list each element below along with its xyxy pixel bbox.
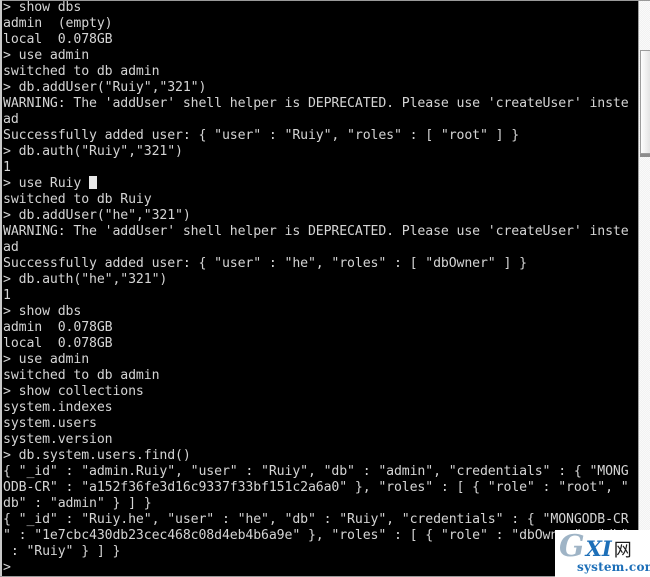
watermark-cjk-glyph: 网 — [613, 540, 632, 561]
scrollbar-thumb-shadow — [640, 154, 650, 157]
console-line-text: > use Ruiy — [3, 176, 90, 191]
console-line-text: WARNING: The 'addUser' shell helper is D… — [3, 96, 629, 111]
console-line-text: local 0.078GB — [3, 336, 113, 351]
console-line: > db.addUser("Ruiy","321") — [2, 80, 638, 96]
console-line: 1 — [2, 288, 638, 304]
console-line-text: Successfully added user: { "user" : "Rui… — [3, 128, 520, 143]
console-output[interactable]: > show dbs admin (empty) local 0.078GB > us… — [2, 0, 638, 577]
console-line: > db.auth("Ruiy","321") — [2, 144, 638, 160]
console-line: admin 0.078GB — [2, 320, 638, 336]
scrollbar-thumb[interactable] — [640, 50, 650, 154]
console-line-text: > db.auth("Ruiy","321") — [3, 144, 183, 159]
vertical-scrollbar[interactable] — [638, 0, 650, 577]
console-line-text: switched to db admin — [3, 64, 160, 79]
console-line: WARNING: The 'addUser' shell helper is D… — [2, 224, 638, 240]
console-line-text: > — [3, 560, 11, 575]
console-line-text: { "_id" : "admin.Ruiy", "user" : "Ruiy",… — [3, 464, 629, 479]
console-line: > show dbs — [2, 0, 638, 16]
console-line: WARNING: The 'addUser' shell helper is D… — [2, 96, 638, 112]
console-line: > use Ruiy — [2, 176, 638, 192]
console-line: > show dbs — [2, 304, 638, 320]
console-line: " : "1e7cbc430db23cec468c08d4eb4b6a9e" }… — [2, 528, 638, 544]
console-line: > use admin — [2, 48, 638, 64]
console-line-text: > db.auth("he","321") — [3, 272, 168, 287]
terminal-window: > show dbs admin (empty) local 0.078GB > us… — [0, 0, 650, 577]
console-line-text: system.users — [3, 416, 97, 431]
console-line: ODB-CR" : "a152f36fe3d16c9337f33bf151c2a… — [2, 480, 638, 496]
watermark-letter-g: G — [559, 530, 585, 564]
console-line: admin (empty) — [2, 16, 638, 32]
console-line-text: system.indexes — [3, 400, 113, 415]
watermark-domain-text: system.com — [577, 560, 650, 574]
console-line: > db.system.users.find() — [2, 448, 638, 464]
console-line-text: admin (empty) — [3, 16, 113, 31]
watermark-letters-xi: XI — [585, 536, 612, 561]
console-line: Successfully added user: { "user" : "he"… — [2, 256, 638, 272]
console-line-text: WARNING: The 'addUser' shell helper is D… — [3, 224, 629, 239]
console-line-text: " : "1e7cbc430db23cec468c08d4eb4b6a9e" }… — [3, 528, 629, 543]
console-line: local 0.078GB — [2, 32, 638, 48]
console-line-text: 1 — [3, 160, 11, 175]
console-line-text: ODB-CR" : "a152f36fe3d16c9337f33bf151c2a… — [3, 480, 629, 495]
console-line-text: Successfully added user: { "user" : "he"… — [3, 256, 527, 271]
console-line: ad — [2, 112, 638, 128]
console-line-text: > db.addUser("he","321") — [3, 208, 191, 223]
console-line-text: > use admin — [3, 352, 90, 367]
console-line-text: > show collections — [3, 384, 144, 399]
console-line-text: > use admin — [3, 48, 90, 63]
console-line-text: 1 — [3, 288, 11, 303]
console-line-text: switched to db admin — [3, 368, 160, 383]
text-cursor — [89, 176, 98, 189]
watermark-wordmark: G XI 网 — [559, 532, 632, 562]
console-line-text: { "_id" : "Ruiy.he", "user" : "he", "db"… — [3, 512, 629, 527]
console-line: 1 — [2, 160, 638, 176]
window-frame-left-edge — [0, 0, 2, 577]
console-line: system.users — [2, 416, 638, 432]
console-line: { "_id" : "admin.Ruiy", "user" : "Ruiy",… — [2, 464, 638, 480]
console-line-text: ad — [3, 112, 19, 127]
console-line-text: local 0.078GB — [3, 32, 113, 47]
console-line: : "Ruiy" } ] } — [2, 544, 638, 560]
console-line: switched to db Ruiy — [2, 192, 638, 208]
console-line-text: admin 0.078GB — [3, 320, 113, 335]
console-line-text: switched to db Ruiy — [3, 192, 152, 207]
window-frame-top-edge — [0, 0, 650, 1]
console-line: local 0.078GB — [2, 336, 638, 352]
console-line: > show collections — [2, 384, 638, 400]
console-line: system.version — [2, 432, 638, 448]
console-line-text: > show dbs — [3, 0, 82, 15]
console-line: > db.addUser("he","321") — [2, 208, 638, 224]
console-line-text: system.version — [3, 432, 113, 447]
console-line: ad — [2, 240, 638, 256]
console-line: > — [2, 560, 638, 576]
console-line-text: ad — [3, 240, 19, 255]
console-line-text: : "Ruiy" } ] } — [3, 544, 121, 559]
console-line: Successfully added user: { "user" : "Rui… — [2, 128, 638, 144]
console-line: db" : "admin" } ] } — [2, 496, 638, 512]
console-line-text: > show dbs — [3, 304, 82, 319]
console-line: > use admin — [2, 352, 638, 368]
watermark-logo: G XI 网 system.com — [555, 530, 650, 577]
console-line-text: db" : "admin" } ] } — [3, 496, 152, 511]
console-line: system.indexes — [2, 400, 638, 416]
console-line: > db.auth("he","321") — [2, 272, 638, 288]
console-line-text: > db.system.users.find() — [3, 448, 191, 463]
console-line: switched to db admin — [2, 368, 638, 384]
console-line: switched to db admin — [2, 64, 638, 80]
console-line-text: > db.addUser("Ruiy","321") — [3, 80, 207, 95]
console-line: { "_id" : "Ruiy.he", "user" : "he", "db"… — [2, 512, 638, 528]
